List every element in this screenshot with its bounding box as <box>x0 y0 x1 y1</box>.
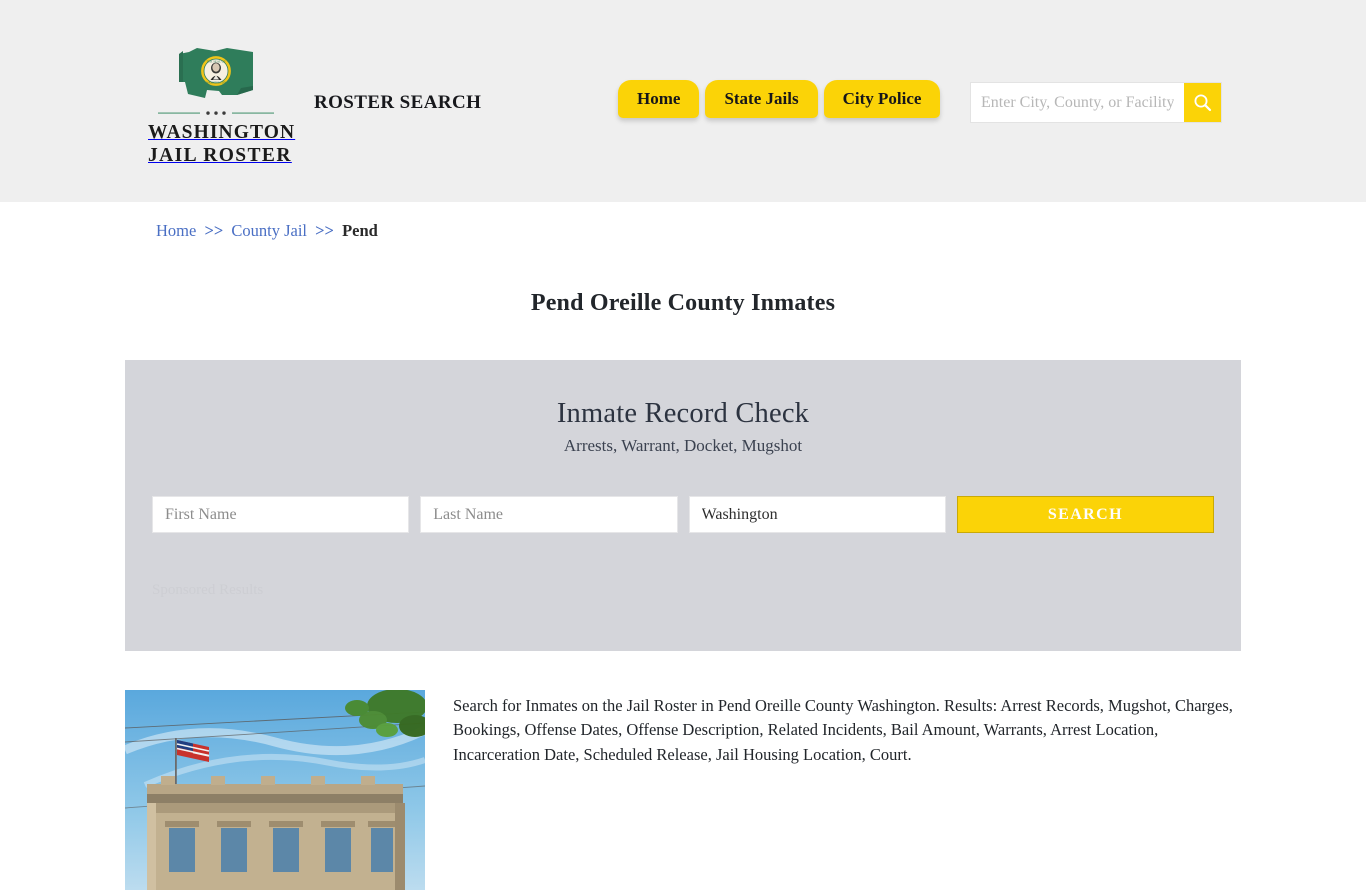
record-check-subtitle: Arrests, Warrant, Docket, Mugshot <box>563 436 803 455</box>
site-logo[interactable]: THE SEAL OF WASHINGTON WASHINGTON JAIL R… <box>148 38 296 167</box>
courthouse-photo-illustration <box>125 690 425 890</box>
sponsored-results-label: Sponsored Results <box>152 582 264 598</box>
breadcrumb-separator-2: >> <box>315 221 334 240</box>
svg-text:WASHINGTON: WASHINGTON <box>206 81 227 85</box>
page-title: Pend Oreille County Inmates <box>530 290 836 317</box>
roster-search-tagline: ROSTER SEARCH <box>314 92 482 113</box>
site-header: THE SEAL OF WASHINGTON WASHINGTON JAIL R… <box>0 0 1366 202</box>
nav-state-jails[interactable]: State Jails <box>705 80 818 118</box>
breadcrumb: Home >> County Jail >> Pend <box>156 221 378 241</box>
main-navigation: Home State Jails City Police <box>618 80 941 118</box>
ornament-divider-icon <box>158 111 274 115</box>
inmate-record-check-panel: Inmate Record Check Arrests, Warrant, Do… <box>125 360 1241 651</box>
last-name-input[interactable] <box>420 496 678 533</box>
svg-text:THE SEAL OF: THE SEAL OF <box>206 59 225 63</box>
washington-state-flag-seal-icon: THE SEAL OF WASHINGTON <box>179 48 253 98</box>
header-search-form <box>970 82 1222 123</box>
brand-name: WASHINGTON JAIL ROSTER <box>148 121 296 167</box>
breadcrumb-item-current: Pend <box>342 221 378 240</box>
record-check-title: Inmate Record Check <box>556 398 810 429</box>
search-icon <box>1194 94 1212 112</box>
header-inner: THE SEAL OF WASHINGTON WASHINGTON JAIL R… <box>0 0 1366 202</box>
brand-line-1: WASHINGTON <box>148 122 296 143</box>
nav-home[interactable]: Home <box>618 80 700 118</box>
first-name-input[interactable] <box>152 496 410 533</box>
breadcrumb-separator-1: >> <box>204 221 224 240</box>
content-section: Search for Inmates on the Jail Roster in… <box>125 690 1241 890</box>
nav-city-police[interactable]: City Police <box>823 80 941 118</box>
inmate-search-form: Washington SEARCH <box>152 496 1215 533</box>
county-description-text: Search for Inmates on the Jail Roster in… <box>453 696 1233 764</box>
brand-line-2: JAIL ROSTER <box>148 145 292 166</box>
header-search-button[interactable] <box>1184 83 1221 122</box>
breadcrumb-item-county-jail[interactable]: County Jail <box>231 221 307 240</box>
breadcrumb-item-home[interactable]: Home <box>156 221 196 240</box>
state-select[interactable]: Washington <box>688 496 946 533</box>
jail-facility-photo <box>125 690 425 890</box>
inmate-search-button[interactable]: SEARCH <box>956 496 1215 533</box>
header-search-input[interactable] <box>971 83 1184 122</box>
